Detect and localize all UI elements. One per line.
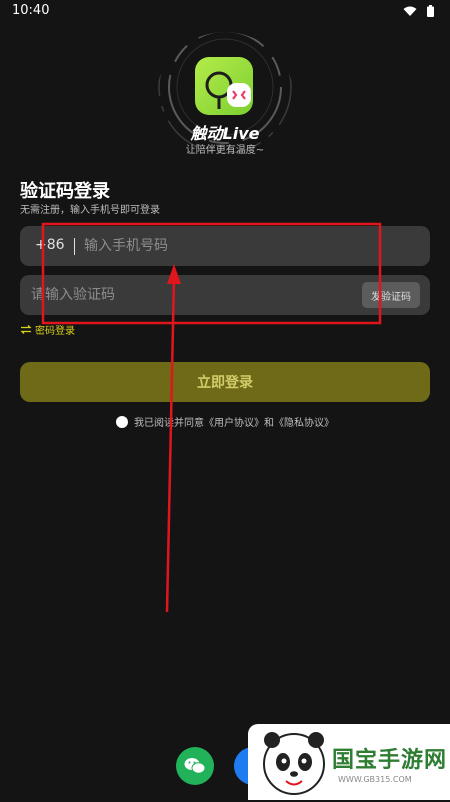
wifi-icon <box>403 6 417 16</box>
watermark-logo: 国宝手游网 WWW.GB315.COM <box>248 724 450 800</box>
watermark-text: 国宝手游网 <box>332 748 448 773</box>
agreement-text[interactable]: 我已阅读并同意《用户协议》和《隐私协议》 <box>134 414 334 429</box>
country-code[interactable]: +86 <box>35 237 65 253</box>
phone-input[interactable] <box>84 226 404 266</box>
password-login-link[interactable]: 密码登录 <box>20 322 75 337</box>
page-title: 验证码登录 <box>20 181 110 202</box>
agreement-row: 我已阅读并同意《用户协议》和《隐私协议》 <box>0 414 450 429</box>
status-bar: 10:40 <box>0 0 450 22</box>
login-button[interactable]: 立即登录 <box>20 362 430 402</box>
watermark-url: WWW.GB315.COM <box>338 775 412 784</box>
annotation-arrow-shaft <box>165 277 176 613</box>
panda-icon <box>263 732 325 795</box>
swap-icon <box>20 325 32 334</box>
field-divider <box>74 238 75 255</box>
app-logo: 触动Live 让陪伴更有温度~ <box>155 32 295 172</box>
wechat-icon <box>184 758 206 774</box>
touch-hand-icon <box>205 71 251 109</box>
status-time: 10:40 <box>12 3 50 18</box>
password-login-label: 密码登录 <box>35 326 75 337</box>
logo-tile <box>195 57 253 115</box>
app-slogan: 让陪伴更有温度~ <box>185 145 265 156</box>
battery-icon <box>427 5 434 17</box>
agreement-radio[interactable] <box>116 415 128 428</box>
code-field[interactable]: 发验证码 <box>20 275 430 315</box>
send-code-button[interactable]: 发验证码 <box>362 282 420 308</box>
wechat-login-button[interactable] <box>176 747 214 785</box>
status-icons <box>403 5 434 17</box>
phone-field[interactable]: +86 <box>20 226 430 266</box>
page-subtitle: 无需注册，输入手机号即可登录 <box>20 205 160 216</box>
verification-code-input[interactable] <box>31 275 351 315</box>
